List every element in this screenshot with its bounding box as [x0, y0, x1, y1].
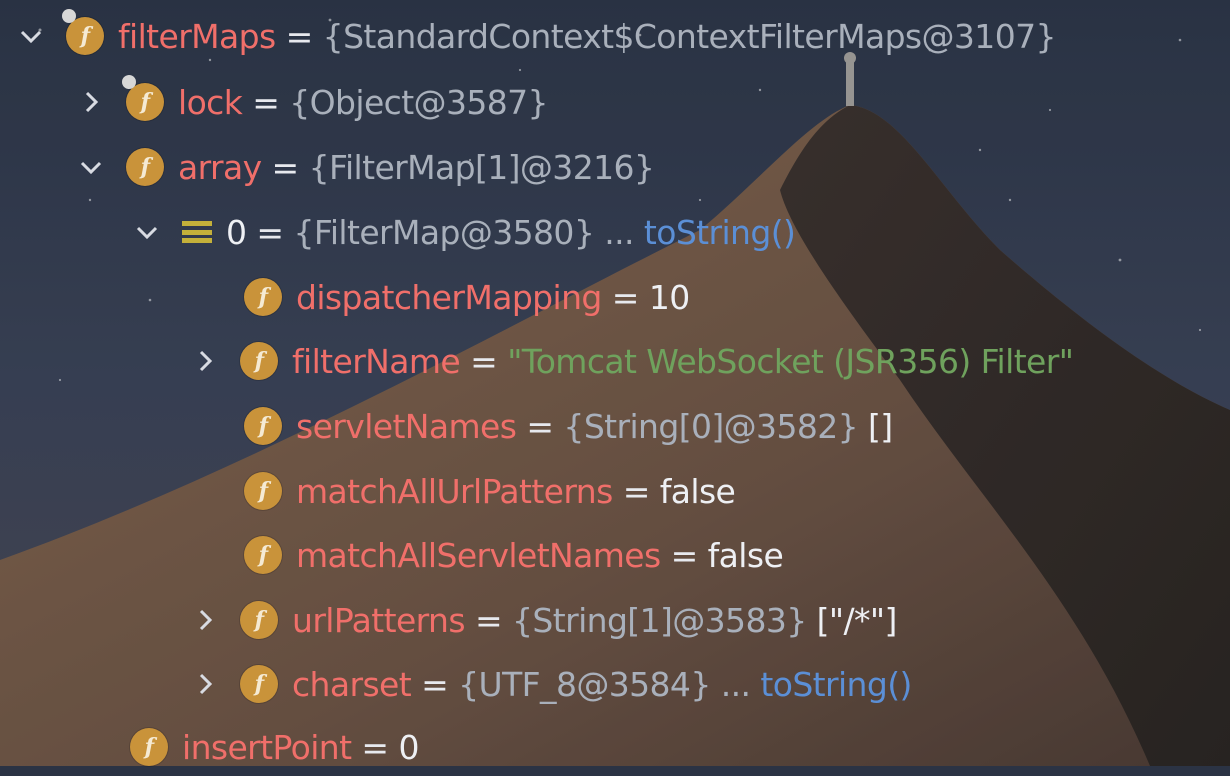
equals-sign: = — [285, 16, 314, 56]
ellipsis: ... — [720, 664, 751, 704]
variable-name: servletNames — [296, 406, 517, 446]
field-icon: f — [244, 278, 282, 316]
variable-reference: {String[0]@3582} — [563, 406, 859, 446]
equals-sign: = — [252, 82, 280, 122]
chevron-right-icon[interactable] — [192, 607, 218, 633]
tree-row-filterName[interactable]: f filterName = "Tomcat WebSocket (JSR356… — [0, 332, 1230, 390]
variable-name: urlPatterns — [292, 600, 466, 640]
equals-sign: = — [271, 147, 300, 187]
variable-value: [] — [868, 406, 893, 446]
array-element-icon — [182, 217, 212, 247]
variable-reference: {Object@3587} — [289, 82, 548, 122]
tree-row-dispatcherMapping[interactable]: f dispatcherMapping = 10 — [0, 268, 1230, 326]
chevron-right-icon[interactable] — [192, 671, 218, 697]
variable-name: matchAllUrlPatterns — [296, 471, 613, 511]
ellipsis: ... — [604, 212, 634, 252]
variable-value: false — [659, 471, 736, 511]
tostring-link[interactable]: toString() — [644, 213, 796, 252]
equals-sign: = — [670, 535, 699, 575]
variable-value: ["/*"] — [816, 600, 898, 640]
chevron-right-icon[interactable] — [192, 348, 218, 374]
equals-sign: = — [526, 406, 554, 446]
variable-reference: {StandardContext$ContextFilterMaps@3107} — [322, 16, 1057, 56]
variable-reference: {String[1]@3583} — [512, 600, 807, 640]
tree-row-filterMaps[interactable]: f filterMaps = {StandardContext$ContextF… — [0, 7, 1230, 65]
tree-row-array[interactable]: f array = {FilterMap[1]@3216} — [0, 138, 1230, 196]
variable-name: filterName — [292, 341, 461, 381]
field-icon: f — [240, 665, 278, 703]
equals-sign: = — [474, 600, 503, 640]
equals-sign: = — [361, 727, 389, 767]
equals-sign: = — [611, 277, 640, 317]
variable-name: insertPoint — [182, 727, 352, 767]
variable-name: lock — [178, 82, 243, 122]
pin-dot-icon — [62, 9, 76, 23]
variable-name: dispatcherMapping — [296, 277, 602, 317]
chevron-down-icon[interactable] — [18, 23, 44, 49]
tree-row-servletNames[interactable]: f servletNames = {String[0]@3582} [] — [0, 397, 1230, 455]
variable-value: 0 — [398, 727, 419, 767]
tree-row-matchAllServletNames[interactable]: f matchAllServletNames = false — [0, 526, 1230, 584]
tree-row-matchAllUrlPatterns[interactable]: f matchAllUrlPatterns = false — [0, 462, 1230, 520]
tree-row-charset[interactable]: f charset = {UTF_8@3584} ... toString() — [0, 655, 1230, 713]
equals-sign: = — [421, 664, 449, 704]
tostring-link[interactable]: toString() — [760, 665, 912, 704]
variable-name: array — [178, 147, 262, 187]
equals-sign: = — [622, 471, 651, 511]
variable-name: 0 — [226, 212, 247, 252]
variable-name: matchAllServletNames — [296, 535, 661, 575]
variable-reference: {UTF_8@3584} — [458, 664, 711, 704]
equals-sign: = — [256, 212, 284, 252]
chevron-down-icon[interactable] — [134, 219, 160, 245]
field-icon: f — [122, 75, 164, 121]
field-icon: f — [126, 148, 164, 186]
field-icon: f — [244, 472, 282, 510]
field-icon: f — [240, 601, 278, 639]
string-value: "Tomcat WebSocket (JSR356) Filter" — [507, 341, 1074, 381]
variable-name: charset — [292, 664, 412, 704]
field-icon: f — [62, 9, 104, 55]
tree-row-insertPoint[interactable]: f insertPoint = 0 — [0, 718, 1230, 776]
field-icon: f — [244, 407, 282, 445]
equals-sign: = — [470, 341, 498, 381]
variable-reference: {FilterMap[1]@3216} — [308, 147, 655, 187]
variable-reference: {FilterMap@3580} — [293, 212, 595, 252]
variable-value: 10 — [648, 277, 690, 317]
field-icon: f — [130, 728, 168, 766]
tree-row-element-0[interactable]: 0 = {FilterMap@3580} ... toString() — [0, 203, 1230, 261]
tree-row-urlPatterns[interactable]: f urlPatterns = {String[1]@3583} ["/*"] — [0, 591, 1230, 649]
chevron-right-icon[interactable] — [78, 89, 104, 115]
tree-row-lock[interactable]: f lock = {Object@3587} — [0, 73, 1230, 131]
variable-value: false — [707, 535, 784, 575]
field-icon: f — [244, 536, 282, 574]
pin-dot-icon — [122, 75, 136, 89]
chevron-down-icon[interactable] — [78, 154, 104, 180]
field-icon: f — [240, 342, 278, 380]
variable-name: filterMaps — [118, 16, 276, 56]
